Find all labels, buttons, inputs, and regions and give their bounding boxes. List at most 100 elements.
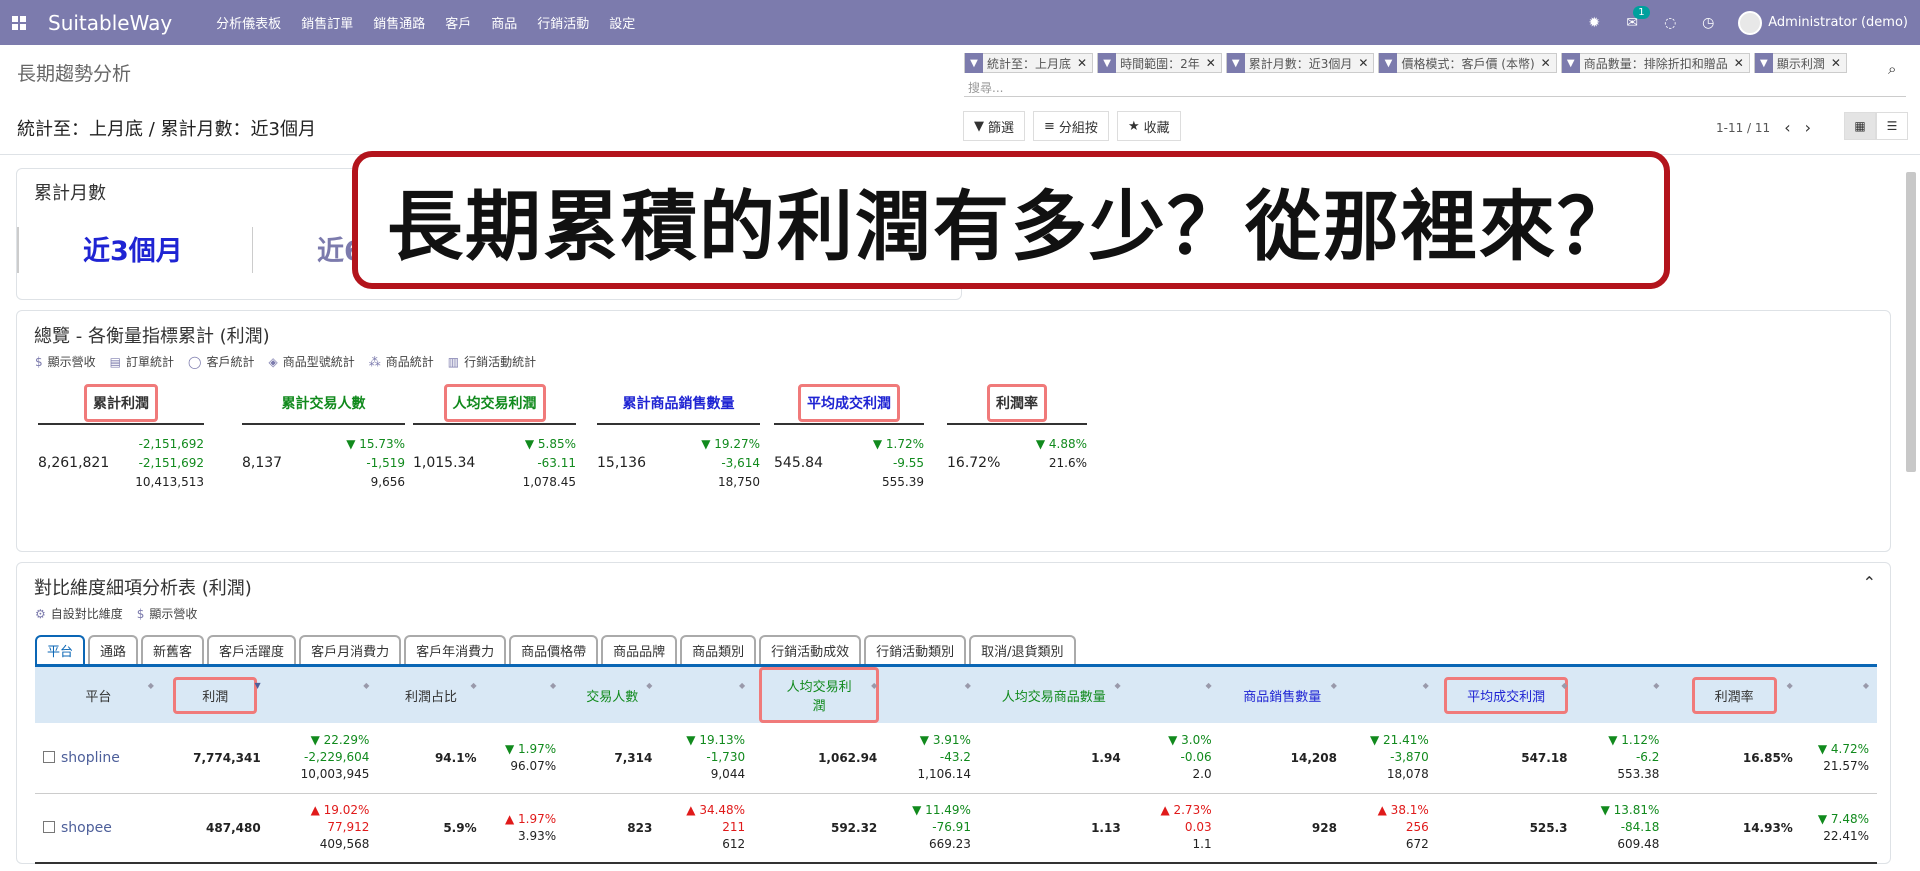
customer-stats-link[interactable]: ◯ 客戶統計 [188,353,254,370]
col-margin[interactable]: 利潤率 ◆ [1667,667,1801,723]
per-qty-delta-cell: ▼ 3.0% -0.06 2.0 [1128,723,1220,794]
col-profit-per-buyer-delta[interactable]: ◆ [885,667,979,723]
remove-facet-icon[interactable]: ✕ [1358,56,1368,70]
per-profit-cell: 592.32 [753,793,886,864]
chevron-right-icon[interactable]: › [1805,118,1811,137]
share-cell: 5.9% [377,793,485,864]
col-platform[interactable]: 平台 ◆ [35,667,162,723]
qty-cell: 928 [1219,793,1345,864]
pager-value[interactable]: 1-11 / 11 [1716,121,1770,135]
model-stats-link[interactable]: ◈ 商品型號統計 [268,353,354,370]
menu-channels[interactable]: 銷售通路 [373,13,425,32]
tab-campaign-result[interactable]: 行銷活動成效 [759,635,862,664]
col-buyers-delta[interactable]: ◆ [660,667,754,723]
search-box[interactable]: ▼ 統計至：上月底 ✕ ▼ 時間範圍：2年 ✕ ▼ 累計月數：近3個月 ✕ ▼ 價格模式：客戶… [964,53,1906,97]
menu-customers[interactable]: 客戶 [445,13,471,32]
order-stats-link[interactable]: ▤ 訂單統計 [110,353,174,370]
table-row[interactable]: shopee 487,480 ▲ 19.02% 77,912 409,568 5.9… [35,793,1877,864]
col-quantity-delta[interactable]: ◆ [1344,667,1437,723]
col-profit-delta[interactable]: ◆ [268,667,378,723]
list-view-icon[interactable]: ☰ [1876,112,1908,140]
brand-name[interactable]: SuitableWay [48,11,172,35]
remove-facet-icon[interactable]: ✕ [1541,56,1551,70]
kanban-view-icon[interactable]: ▦ [1844,112,1876,140]
col-avg-profit-delta[interactable]: ◆ [1575,667,1668,723]
table-row[interactable]: shopline 7,774,341 ▼ 22.29% -2,229,604 10,… [35,723,1877,794]
kpi-value: 545.84 [774,455,823,471]
tab-brand[interactable]: 商品品牌 [601,635,678,664]
col-profit[interactable]: 利潤 ▼ [161,667,269,723]
page-scrollbar[interactable] [1906,172,1916,472]
tab-monthly-spend[interactable]: 客戶月消費力 [299,635,402,664]
buyers-delta-cell: ▲ 34.48% 211 612 [660,793,754,864]
remove-facet-icon[interactable]: ✕ [1734,56,1744,70]
qty-delta-cell: ▼ 21.41% -3,870 18,078 [1344,723,1437,794]
remove-facet-icon[interactable]: ✕ [1831,56,1841,70]
tab-cancel-return[interactable]: 取消/退貨類別 [969,635,1076,664]
chat-icon[interactable]: ✉ 1 [1624,5,1650,31]
custom-dimension-link[interactable]: ⚙ 自設對比維度 [35,605,123,622]
product-stats-link[interactable]: ⁂ 商品統計 [369,353,434,370]
tab-channel[interactable]: 通路 [88,635,139,664]
col-share-delta[interactable]: ◆ [484,667,565,723]
row-checkbox[interactable] [43,750,55,763]
search-icon[interactable]: ⌕ [1888,60,1896,78]
tab-campaign-type[interactable]: 行銷活動類別 [864,635,967,664]
avatar [1738,10,1763,35]
kpi-delta: ▼ 19.27% [701,437,760,451]
margin-delta-cell: ▼ 4.72% 21.57% [1800,723,1877,794]
platform-cell[interactable]: shopee [35,793,162,864]
view-switcher: ▦ ☰ [1844,112,1908,140]
menu-dashboard[interactable]: 分析儀表板 [216,13,281,32]
col-quantity[interactable]: 商品銷售數量 ◆ [1219,667,1345,723]
profit-cell: 487,480 [161,793,269,864]
apps-menu-icon[interactable] [12,15,26,30]
kpi-prev: 21.6% [1048,456,1087,470]
col-share[interactable]: 利潤占比 ◆ [377,667,485,723]
tab-activity[interactable]: 客戶活躍度 [207,635,297,664]
chevron-up-icon[interactable]: ⌃ [1863,573,1876,592]
tab-category[interactable]: 商品類別 [680,635,757,664]
months-option-3[interactable]: 近3個月 [83,229,183,268]
col-profit-per-buyer[interactable]: 人均交易利潤 ◆ [753,667,886,723]
tab-new-old[interactable]: 新舊客 [141,635,205,664]
filter-button[interactable]: ▼ 篩選 [963,111,1026,141]
remove-facet-icon[interactable]: ✕ [1206,56,1216,70]
kpi-value: 8,261,821 [38,455,110,471]
menu-campaigns[interactable]: 行銷活動 [537,13,589,32]
menu-sales-orders[interactable]: 銷售訂單 [301,13,353,32]
remove-facet-icon[interactable]: ✕ [1077,56,1087,70]
dollar-icon: $ [136,607,145,621]
kpi-quantity: 累計商品銷售數量 15,136 ▼ 19.27% -3,614 18,750 [597,383,760,489]
search-input[interactable]: 搜尋... [968,79,1906,96]
favorites-button[interactable]: ★ 收藏 [1116,111,1181,141]
per-profit-delta-cell: ▼ 11.49% -76.91 669.23 [885,793,979,864]
chevron-left-icon[interactable]: ‹ [1784,118,1790,137]
tab-price-band[interactable]: 商品價格帶 [509,635,599,664]
kpi-margin: 利潤率 16.72% ▼ 4.88% 21.6% [947,383,1087,471]
menu-products[interactable]: 商品 [491,13,517,32]
kpi-label: 人均交易利潤 [443,384,546,422]
tab-platform[interactable]: 平台 [35,635,86,664]
show-revenue-link[interactable]: $ 顯示營收 [137,605,198,622]
platform-cell[interactable]: shopline [35,723,162,794]
show-revenue-link[interactable]: $ 顯示營收 [35,353,96,370]
col-margin-delta[interactable]: ◆ [1800,667,1877,723]
user-menu[interactable]: Administrator (demo) [1738,10,1908,35]
groupby-button[interactable]: ≡ 分組按 [1033,111,1109,141]
overview-title: 總覽 - 各衡量指標累計 (利潤) [34,326,270,347]
clock-icon[interactable]: ◷ [1700,15,1716,31]
col-avg-profit[interactable]: 平均成交利潤 ◆ [1436,667,1576,723]
col-buyers[interactable]: 交易人數 ◆ [564,667,661,723]
kpi-value: 8,137 [242,455,283,471]
menu-settings[interactable]: 設定 [609,13,635,32]
bug-icon[interactable]: ✹ [1586,15,1602,31]
col-qty-per-buyer[interactable]: 人均交易商品數量 ◆ [978,667,1129,723]
per-qty-cell: 1.13 [978,793,1129,864]
activity-icon[interactable]: ◌ [1662,15,1678,31]
tab-yearly-spend[interactable]: 客戶年消費力 [404,635,507,664]
campaign-stats-link[interactable]: ▥ 行銷活動統計 [448,353,536,370]
kpi-delta: ▼ 15.73% [346,437,405,451]
col-qty-per-buyer-delta[interactable]: ◆ [1128,667,1220,723]
row-checkbox[interactable] [43,820,55,833]
